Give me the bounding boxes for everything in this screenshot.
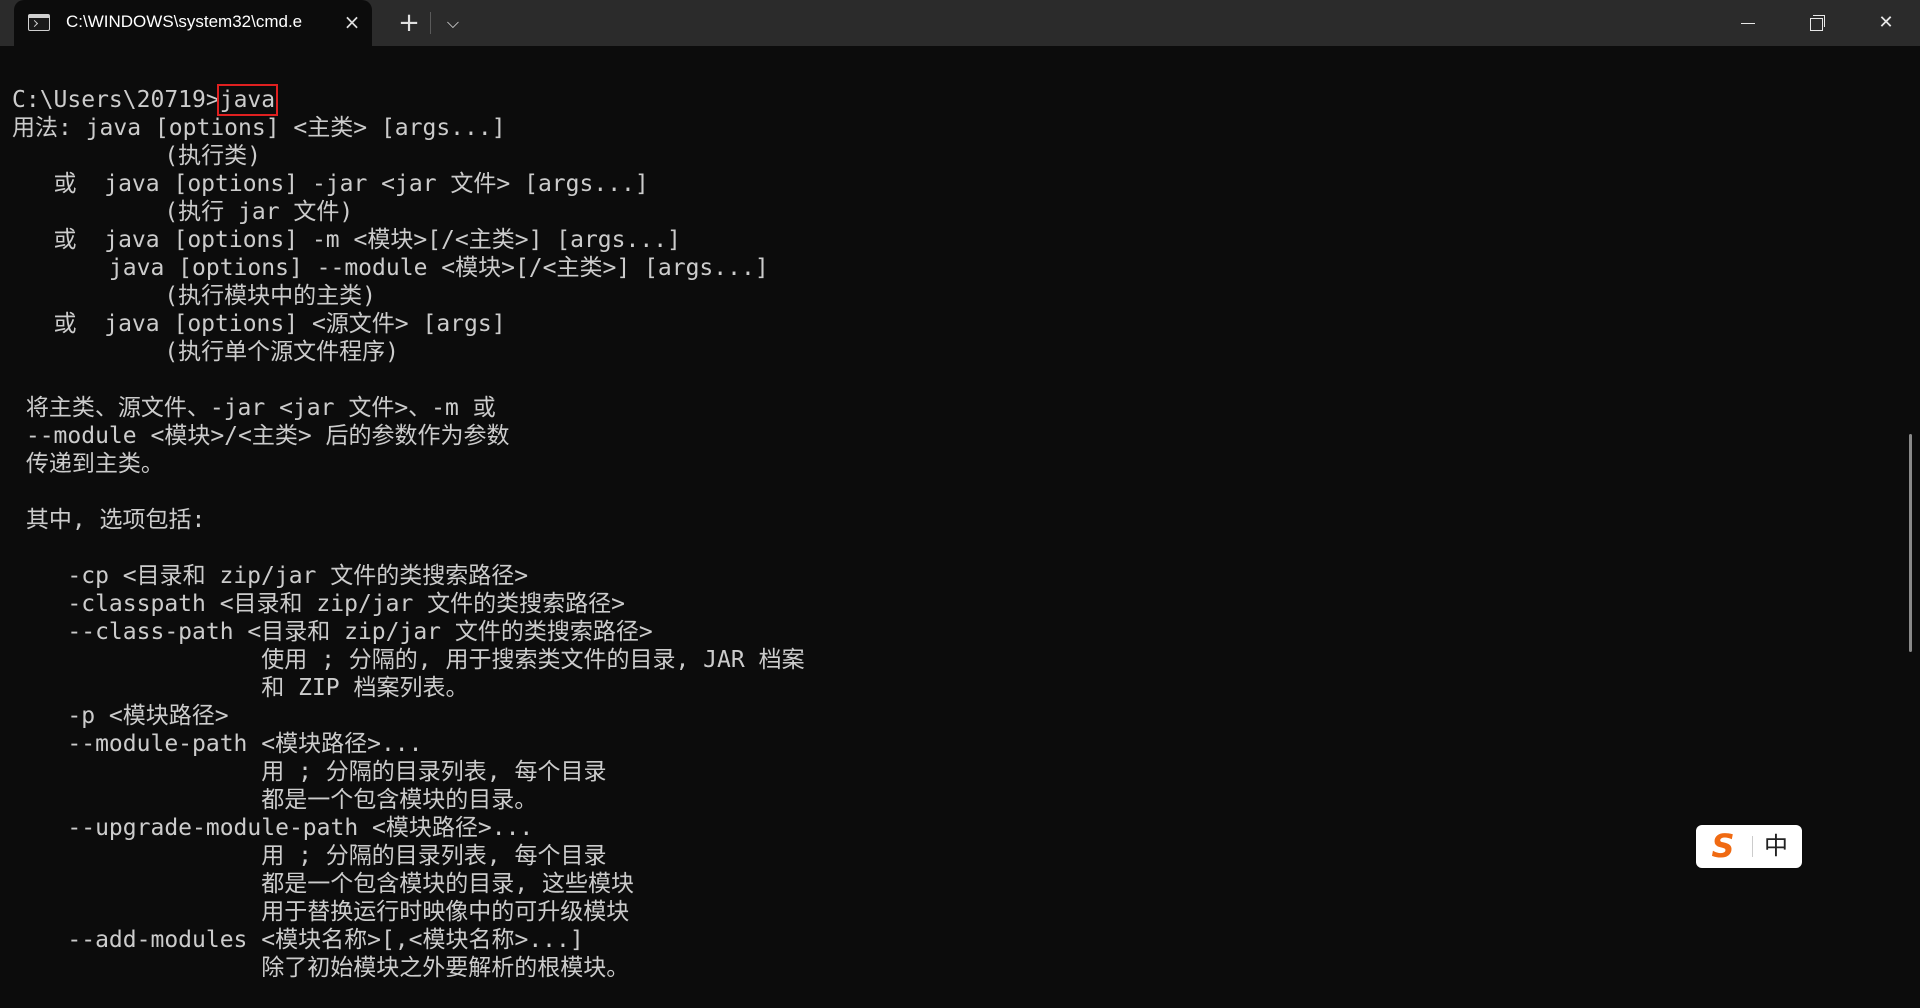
console-output: C:\Users\20719>java 用法: java [options] <主…	[12, 84, 805, 982]
minimize-icon	[1741, 22, 1755, 24]
console-line: 传递到主类。	[12, 451, 164, 477]
console-line: -cp <目录和 zip/jar 文件的类搜索路径>	[12, 563, 529, 589]
console-line: -p <模块路径>	[12, 703, 229, 729]
close-button[interactable]: ✕	[1852, 0, 1920, 46]
output-lines: 用法: java [options] <主类> [args...] (执行类) …	[12, 114, 805, 982]
restore-button[interactable]	[1782, 0, 1850, 46]
console-line: (执行模块中的主类)	[12, 283, 377, 309]
prompt-line: C:\Users\20719>java	[12, 84, 805, 116]
console-line: (执行单个源文件程序)	[12, 339, 400, 365]
ime-divider	[1752, 836, 1753, 857]
chevron-down-icon[interactable]: ⌵	[438, 8, 468, 38]
console-line: 都是一个包含模块的目录, 这些模块	[12, 871, 634, 897]
console-area[interactable]: C:\Users\20719>java 用法: java [options] <主…	[0, 46, 1904, 1008]
tab-title: C:\WINDOWS\system32\cmd.e	[66, 12, 303, 31]
new-tab-button[interactable]: +	[394, 8, 424, 38]
scrollbar[interactable]	[1904, 46, 1920, 1008]
ime-mode-toggle[interactable]: 中	[1758, 829, 1794, 864]
tab-close-icon[interactable]: ×	[340, 10, 364, 34]
console-line: -classpath <目录和 zip/jar 文件的类搜索路径>	[12, 591, 626, 617]
title-bar: C:\WINDOWS\system32\cmd.e × + ⌵ ✕	[0, 0, 1920, 46]
console-line: 用法: java [options] <主类> [args...]	[12, 115, 506, 141]
minimize-button[interactable]	[1714, 0, 1782, 46]
scrollbar-thumb[interactable]	[1909, 434, 1912, 652]
prompt: C:\Users\20719>	[12, 87, 220, 113]
console-line: 除了初始模块之外要解析的根模块。	[12, 955, 630, 981]
console-line: (执行类)	[12, 143, 262, 169]
console-line: --add-modules <模块名称>[,<模块名称>...]	[12, 927, 584, 953]
tab-cmd[interactable]: C:\WINDOWS\system32\cmd.e ×	[14, 0, 372, 46]
console-line: 用 ; 分隔的目录列表, 每个目录	[12, 843, 607, 869]
console-line: 用于替换运行时映像中的可升级模块	[12, 899, 630, 925]
console-line: 或 java [options] <源文件> [args]	[12, 311, 506, 337]
console-line: 和 ZIP 档案列表。	[12, 675, 469, 701]
console-line: --upgrade-module-path <模块路径>...	[12, 815, 534, 841]
console-line: java [options] --module <模块>[/<主类>] [arg…	[12, 255, 769, 281]
console-line: --module <模块>/<主类> 后的参数作为参数	[12, 423, 510, 449]
console-line: 或 java [options] -m <模块>[/<主类>] [args...…	[12, 227, 681, 253]
ime-toolbar[interactable]: S 中	[1696, 825, 1802, 868]
console-line: 其中, 选项包括:	[12, 507, 206, 533]
console-line: 将主类、源文件、-jar <jar 文件>、-m 或	[12, 395, 496, 421]
sogou-logo-icon[interactable]: S	[1706, 828, 1740, 864]
console-line: 都是一个包含模块的目录。	[12, 787, 538, 813]
console-line: 或 java [options] -jar <jar 文件> [args...]	[12, 171, 649, 197]
tab-divider	[430, 12, 431, 34]
console-line: 用 ; 分隔的目录列表, 每个目录	[12, 759, 607, 785]
console-line: (执行 jar 文件)	[12, 199, 354, 225]
restore-icon	[1809, 14, 1825, 31]
console-line: --class-path <目录和 zip/jar 文件的类搜索路径>	[12, 619, 653, 645]
close-icon: ✕	[1878, 12, 1894, 33]
console-line: 使用 ; 分隔的, 用于搜索类文件的目录, JAR 档案	[12, 647, 805, 673]
terminal-icon	[28, 14, 50, 31]
console-line: --module-path <模块路径>...	[12, 731, 423, 757]
command-text: java	[216, 84, 279, 116]
